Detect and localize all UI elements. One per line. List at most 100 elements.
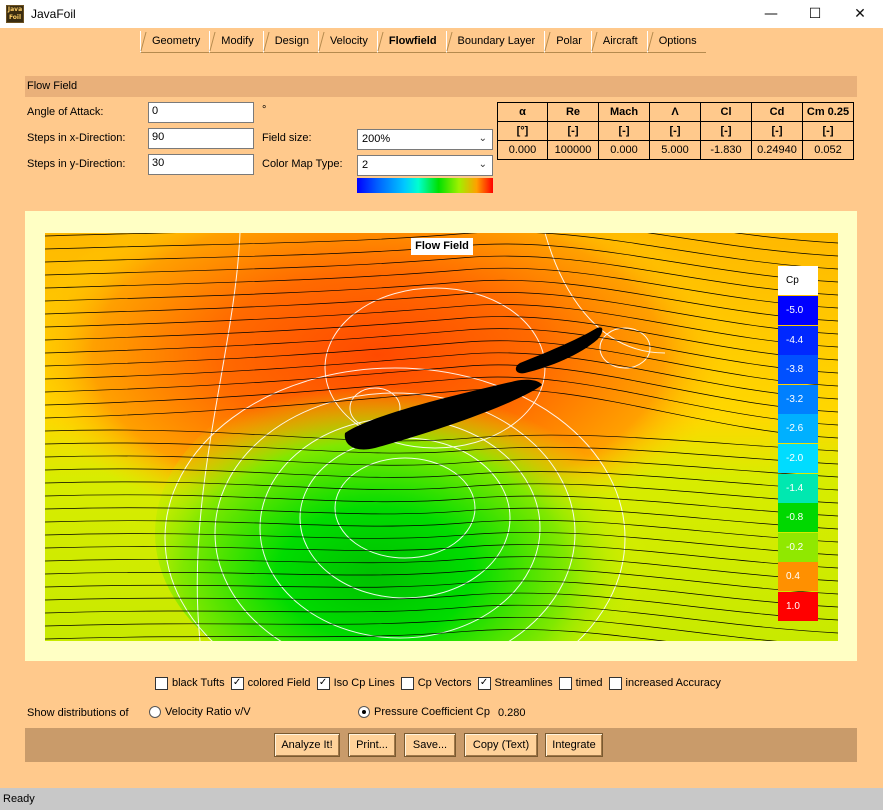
maximize-button[interactable]: ☐ [792,0,838,28]
velocity-ratio-radio[interactable]: Velocity Ratio v/V [149,706,251,718]
checkbox-icon [400,676,414,690]
color-map-select[interactable]: 2 ⌄ [357,155,493,176]
table-unit: [-] [751,121,803,141]
table-header: Re [547,102,599,122]
copy-text-button[interactable]: Copy (Text) [464,733,538,757]
plot-title: Flow Field [411,238,473,255]
steps-y-label: Steps in y-Direction: [27,158,126,170]
black-tufts-checkbox[interactable]: black Tufts [155,676,225,690]
table-unit: [-] [700,121,752,141]
table-cell: 0.000 [598,140,650,160]
distribution-value: 0.280 [498,707,526,719]
chevron-down-icon: ⌄ [478,159,487,170]
tab-design[interactable]: Design [262,31,318,53]
checkbox-label: timed [575,677,603,689]
status-bar: Ready [0,788,883,810]
timed-checkbox[interactable]: timed [558,676,603,690]
color-map-value: 2 [362,159,369,171]
checkbox-label: colored Field [247,677,311,689]
checkmark-icon: ✓ [477,676,491,690]
print-button[interactable]: Print... [348,733,396,757]
table-header: Cl [700,102,752,122]
aoa-input[interactable]: 0 [148,102,254,123]
tab-velocity[interactable]: Velocity [317,31,377,53]
table-cell: 5.000 [649,140,701,160]
table-unit: [°] [497,121,548,141]
color-map-label: Color Map Type: [262,158,343,170]
legend-item: -2.0 [778,444,818,473]
iso-cp-lines-checkbox[interactable]: ✓ Iso Cp Lines [316,676,395,690]
section-title: Flow Field [25,76,857,97]
field-size-select[interactable]: 200% ⌄ [357,129,493,150]
tab-geometry[interactable]: Geometry [140,31,210,53]
tab-modify[interactable]: Modify [209,31,263,53]
color-map-preview [357,178,493,193]
legend-item: -3.8 [778,355,818,385]
steps-y-input[interactable]: 30 [148,154,254,175]
table-header: α [497,102,548,122]
table-cell: 0.052 [802,140,854,160]
save-button[interactable]: Save... [404,733,456,757]
integrate-button[interactable]: Integrate [545,733,603,757]
tab-options[interactable]: Options [646,31,706,53]
cp-vectors-checkbox[interactable]: Cp Vectors [400,676,472,690]
radio-selected-icon [358,706,370,718]
tab-aircraft[interactable]: Aircraft [590,31,647,53]
table-unit: [-] [547,121,599,141]
colored-field-checkbox[interactable]: ✓ colored Field [230,676,311,690]
window-title: JavaFoil [31,7,76,21]
legend-item: 1.0 [778,592,818,621]
close-button[interactable]: ✕ [837,0,883,28]
table-cell: -1.830 [700,140,752,160]
checkbox-icon [155,676,168,690]
checkmark-icon: ✓ [316,676,330,690]
legend-item: -4.4 [778,325,818,355]
legend-item: -3.2 [778,384,818,414]
table-cell: 100000 [547,140,599,160]
results-table: α Re Mach Λ Cl Cd Cm 0.25 [°] [-] [-] [-… [497,102,854,160]
tab-flowfield[interactable]: Flowfield [376,31,446,53]
javafoil-logo-icon: Java Foil [6,5,24,23]
table-header: Cd [751,102,803,122]
legend-item: 0.4 [778,562,818,592]
steps-x-label: Steps in x-Direction: [27,132,126,144]
table-unit: [-] [598,121,650,141]
steps-x-input[interactable]: 90 [148,128,254,149]
legend-title: Cp [778,266,818,295]
table-cell: 0.24940 [751,140,803,160]
aoa-unit-label: ° [262,104,267,116]
legend-item: -2.6 [778,414,818,444]
legend-item: -0.2 [778,532,818,562]
field-size-value: 200% [362,133,391,145]
checkbox-label: black Tufts [172,677,225,689]
tab-bar: Geometry Modify Design Velocity Flowfiel… [140,31,706,53]
increased-accuracy-checkbox[interactable]: increased Accuracy [608,676,721,690]
table-unit: [-] [649,121,701,141]
radio-icon [149,706,161,718]
legend-item: -0.8 [778,503,818,533]
tab-boundary-layer[interactable]: Boundary Layer [445,31,545,53]
chevron-down-icon: ⌄ [478,133,487,144]
legend-item: -1.4 [778,473,818,503]
title-bar: Java Foil JavaFoil — ☐ ✕ [0,0,883,28]
table-header: Cm 0.25 [802,102,854,122]
field-size-label: Field size: [262,132,312,144]
checkbox-label: Cp Vectors [417,677,472,689]
analyze-button[interactable]: Analyze It! [274,733,340,757]
flow-field-image [45,233,838,641]
table-header: Mach [598,102,650,122]
tab-polar[interactable]: Polar [544,31,591,53]
distributions-label: Show distributions of [27,707,129,719]
checkbox-label: Streamlines [494,677,553,689]
table-header: Λ [649,102,701,122]
checkbox-icon [558,676,572,690]
table-unit: [-] [802,121,854,141]
streamlines-checkbox[interactable]: ✓ Streamlines [477,676,553,690]
flow-field-plot[interactable] [45,233,838,641]
display-options: black Tufts ✓ colored Field ✓ Iso Cp Lines… [155,675,727,691]
legend-item: -5.0 [778,296,818,325]
radio-label: Velocity Ratio v/V [165,706,251,718]
pressure-coefficient-radio[interactable]: Pressure Coefficient Cp [358,706,490,718]
checkbox-label: increased Accuracy [625,677,721,689]
minimize-button[interactable]: — [748,0,794,28]
